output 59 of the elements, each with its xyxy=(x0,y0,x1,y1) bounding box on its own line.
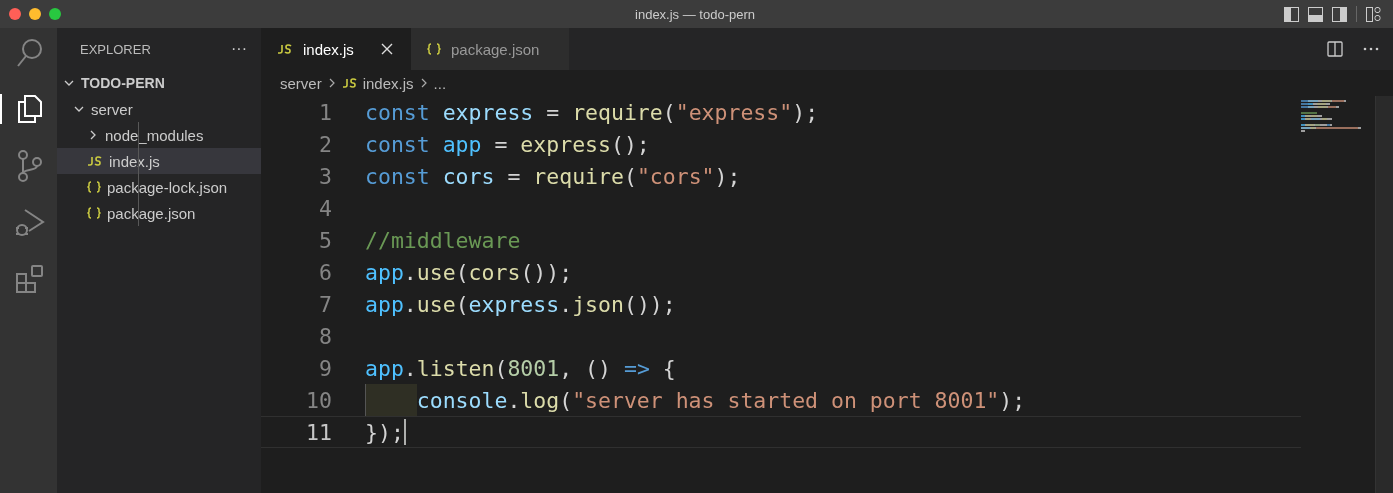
folder-item[interactable]: server xyxy=(57,96,261,122)
secondary-sidebar-toggle-icon[interactable] xyxy=(1332,6,1347,22)
breadcrumb-item[interactable]: ... xyxy=(433,74,447,92)
json-file-icon xyxy=(87,207,101,219)
minimap-drawing xyxy=(1301,100,1361,132)
line-number: 8 xyxy=(318,323,332,349)
code-line: //middleware xyxy=(365,227,521,253)
folder-root-item[interactable]: TODO-PERN xyxy=(57,70,261,96)
zoom-window-button[interactable] xyxy=(49,8,61,20)
sidebar-toggle-icon[interactable] xyxy=(1284,6,1299,22)
code-line: const cors = require("cors"); xyxy=(365,163,741,189)
close-icon[interactable] xyxy=(381,43,393,55)
line-number: 6 xyxy=(318,259,332,285)
chevron-icon xyxy=(419,78,428,88)
code-line: app.use(express.json()); xyxy=(365,291,676,317)
editor-tab[interactable]: package.json xyxy=(411,28,569,70)
code-line: console.log("server has started on port 8001"); xyxy=(416,387,1026,413)
split-editor-icon[interactable] xyxy=(1327,41,1343,57)
code-line: const express = require("express"); xyxy=(365,99,819,125)
panel-toggle-icon[interactable] xyxy=(1308,6,1323,22)
js-file-icon xyxy=(87,156,103,166)
layout-icon[interactable] xyxy=(1366,6,1381,22)
line-number: 1 xyxy=(318,99,332,125)
code-line: app.listen(8001, () => { xyxy=(365,355,676,381)
more-actions-button[interactable]: ··· xyxy=(231,40,247,58)
source-control-icon[interactable] xyxy=(16,150,43,182)
files-icon[interactable] xyxy=(16,94,43,124)
editor-tab[interactable]: index.js xyxy=(261,28,411,70)
breadcrumb-item[interactable]: index.js xyxy=(341,74,414,92)
js-file-icon xyxy=(341,78,358,88)
breadcrumb-item[interactable]: server xyxy=(280,74,322,92)
text-cursor xyxy=(403,419,406,445)
code-line: const app = express(); xyxy=(365,131,650,157)
extensions-icon[interactable] xyxy=(14,264,45,294)
more-icon[interactable] xyxy=(1363,47,1379,51)
code-line: }); xyxy=(365,419,404,445)
line-number: 3 xyxy=(318,163,332,189)
line-number: 2 xyxy=(318,131,332,157)
explorer-title: EXPLORER xyxy=(80,41,151,57)
line-number: 11 xyxy=(305,419,332,445)
search-icon[interactable] xyxy=(15,38,44,68)
js-file-icon xyxy=(277,44,293,54)
file-item[interactable]: index.js xyxy=(57,148,261,174)
window-title: index.js — todo-pern xyxy=(635,6,755,22)
folder-item[interactable]: node_modules xyxy=(57,122,261,148)
json-file-icon xyxy=(427,43,441,55)
code-line: app.use(cors()); xyxy=(365,259,573,285)
minimize-window-button[interactable] xyxy=(29,8,41,20)
line-number: 4 xyxy=(318,195,332,221)
json-file-icon xyxy=(87,181,101,193)
line-number: 9 xyxy=(318,355,332,381)
chevron-icon xyxy=(327,78,336,88)
line-number: 7 xyxy=(318,291,332,317)
file-item[interactable]: package.json xyxy=(57,200,261,226)
run-debug-icon[interactable] xyxy=(14,208,45,238)
close-window-button[interactable] xyxy=(9,8,21,20)
file-item[interactable]: package-lock.json xyxy=(57,174,261,200)
line-number: 5 xyxy=(318,227,332,253)
line-number: 10 xyxy=(305,387,332,413)
